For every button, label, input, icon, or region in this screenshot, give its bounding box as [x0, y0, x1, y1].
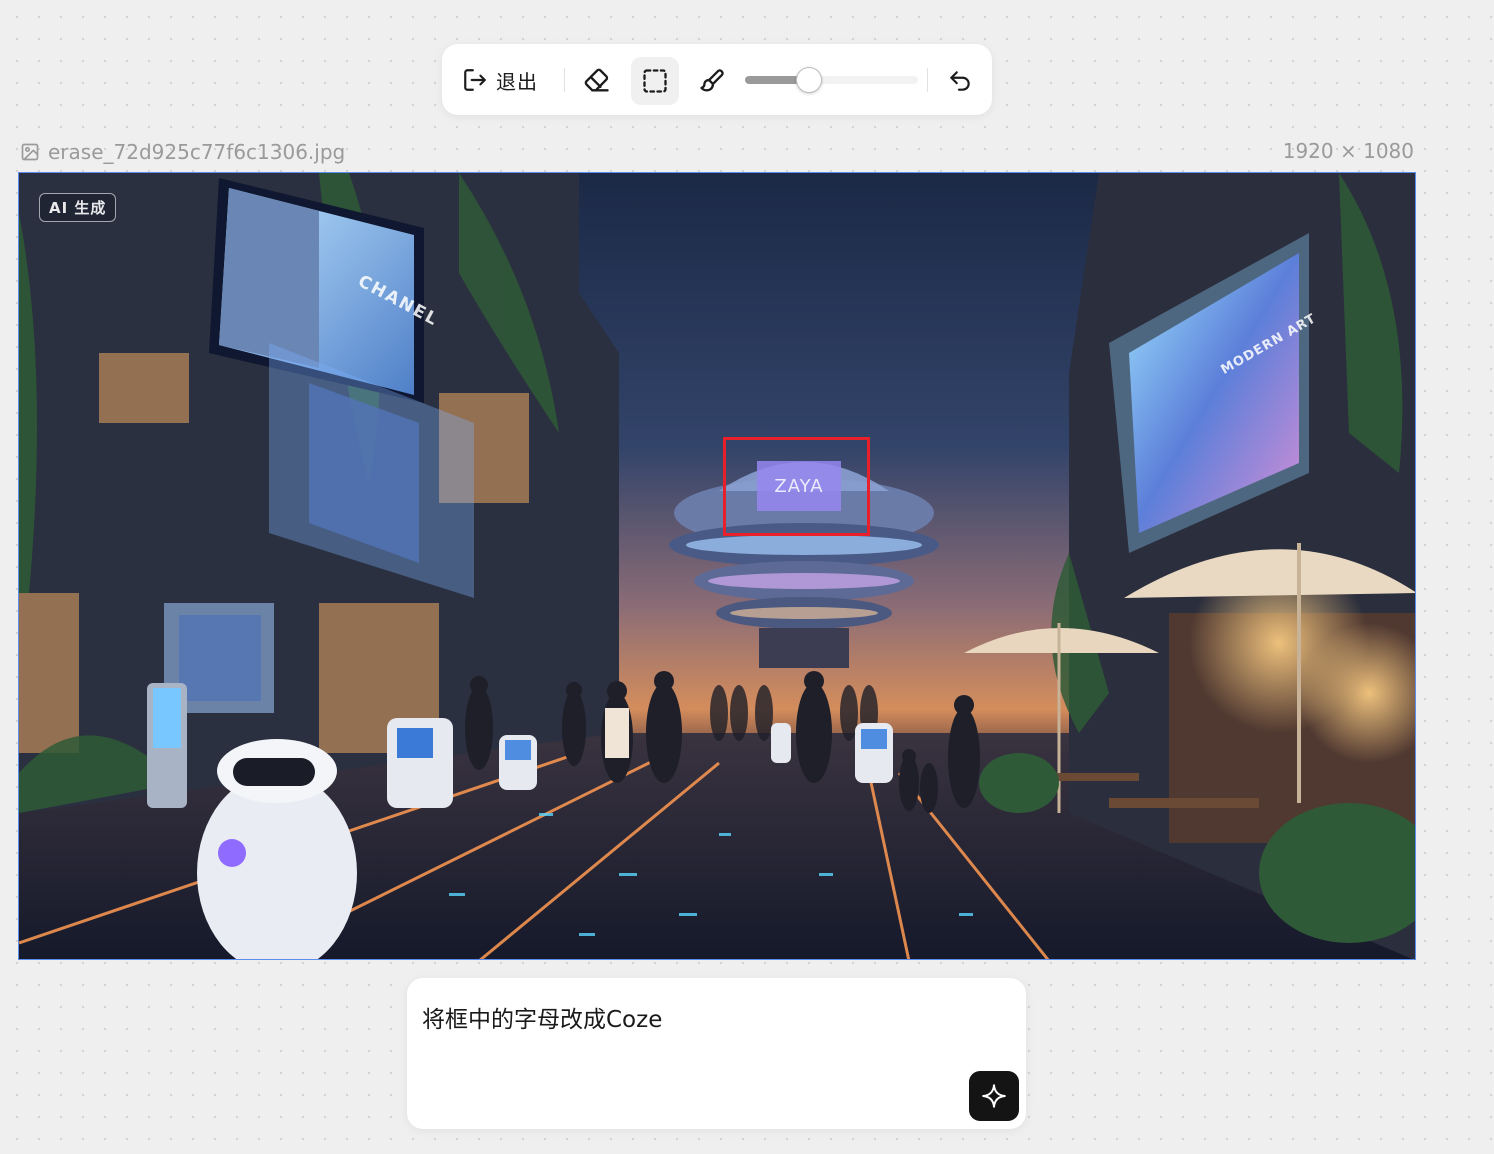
exit-button[interactable]: 退出: [462, 60, 538, 100]
image-dimensions: 1920 × 1080: [1282, 139, 1414, 163]
scene-illustration: [19, 173, 1415, 959]
brush-button[interactable]: [688, 57, 736, 105]
file-name: erase_72d925c77f6c1306.jpg: [48, 140, 346, 164]
selection-box[interactable]: [723, 437, 870, 536]
eraser-icon: [584, 68, 609, 92]
brush-icon: [700, 69, 724, 92]
image-canvas[interactable]: CHANEL MODERN ART ZAYA AI 生成: [18, 172, 1416, 960]
file-info: erase_72d925c77f6c1306.jpg: [20, 139, 345, 165]
rect-select-button[interactable]: [631, 57, 679, 105]
rect-select-icon: [643, 69, 667, 93]
edit-toolbar: 退出: [442, 44, 992, 115]
sparkle-icon: [982, 1084, 1006, 1108]
toolbar-divider: [927, 68, 928, 92]
toolbar-divider: [564, 68, 565, 92]
undo-button[interactable]: [936, 57, 984, 105]
prompt-panel: 将框中的字母改成Coze: [407, 978, 1026, 1129]
image-icon: [21, 143, 39, 161]
ai-generated-badge: AI 生成: [39, 193, 117, 222]
exit-label: 退出: [496, 69, 538, 94]
generate-button[interactable]: [969, 1071, 1019, 1121]
undo-icon: [950, 71, 970, 91]
prompt-input[interactable]: 将框中的字母改成Coze: [422, 1000, 1011, 1034]
eraser-button[interactable]: [573, 57, 621, 105]
slider-thumb[interactable]: [796, 67, 822, 93]
logout-icon: [464, 69, 486, 91]
brush-size-slider[interactable]: [745, 67, 918, 93]
